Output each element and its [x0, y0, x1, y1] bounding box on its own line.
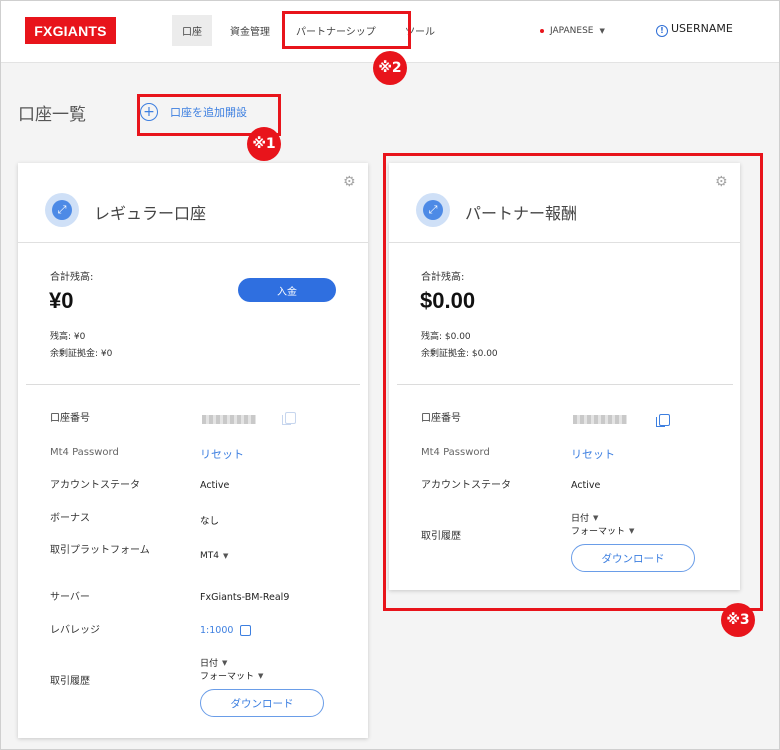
leverage-value: 1:1000: [200, 625, 234, 636]
annotation-badge-3: ※3: [721, 603, 755, 637]
history-label: 取引履歴: [50, 676, 90, 687]
regular-account-card: ⚙ ⤢ レギュラー口座 合計残高: ¥0 残高: ¥0 余剰証拠金: ¥0 入金…: [18, 163, 368, 738]
chevron-down-icon: ▼: [599, 27, 605, 35]
password-label: Mt4 Password: [50, 447, 119, 458]
edit-icon[interactable]: [240, 625, 251, 636]
language-selector[interactable]: JAPANESE ▼: [540, 21, 605, 41]
annotation-box-3: [383, 153, 763, 611]
leverage-label: レバレッジ: [50, 625, 100, 636]
bonus-label: ボーナス: [50, 513, 90, 524]
download-button[interactable]: ダウンロード: [200, 689, 324, 717]
language-label: JAPANESE: [550, 26, 594, 36]
annotation-badge-1: ※1: [247, 127, 281, 161]
masked-account-number: [202, 415, 256, 424]
fxgiants-logo[interactable]: FXGIANTS: [25, 17, 116, 44]
username-label: USERNAME: [671, 21, 733, 35]
margin-line: 余剰証拠金: ¥0: [50, 349, 113, 359]
nav-funds[interactable]: 資金管理: [230, 15, 270, 46]
platform-label: 取引プラットフォーム: [50, 545, 150, 556]
platform-select[interactable]: MT4 ▼: [200, 551, 228, 561]
balance-label: 合計残高:: [50, 272, 94, 283]
user-menu[interactable]: ! USERNAME: [656, 18, 733, 38]
account-avatar: ⤢: [45, 193, 79, 227]
chevron-down-icon: ▼: [223, 552, 229, 560]
language-flag-icon: [540, 29, 544, 33]
date-select[interactable]: 日付 ▼: [200, 656, 228, 670]
reset-password-link[interactable]: リセット: [200, 446, 244, 462]
status-value: Active: [200, 480, 230, 491]
status-label: アカウントステータ: [50, 480, 140, 491]
page-title: 口座一覧: [18, 105, 86, 125]
server-value: FxGiants-BM-Real9: [200, 592, 290, 603]
copy-icon[interactable]: [282, 412, 296, 425]
date-option: 日付: [200, 659, 219, 669]
platform-value: MT4: [200, 551, 219, 561]
server-label: サーバー: [50, 592, 90, 603]
card-title: レギュラー口座: [94, 204, 207, 223]
info-icon: !: [656, 24, 668, 37]
annotation-badge-2: ※2: [373, 51, 407, 85]
account-number-label: 口座番号: [50, 413, 90, 424]
expand-icon: ⤢: [52, 200, 72, 220]
bonus-value: なし: [200, 516, 220, 527]
format-select[interactable]: フォーマット ▼: [200, 669, 264, 683]
deposit-button[interactable]: 入金: [238, 278, 336, 302]
annotation-box-2: [282, 11, 411, 49]
chevron-down-icon: ▼: [222, 658, 228, 667]
balance-amount: ¥0: [49, 288, 74, 313]
nav-account[interactable]: 口座: [172, 15, 212, 46]
divider: [26, 384, 360, 385]
balance-line: 残高: ¥0: [50, 332, 86, 342]
format-option: フォーマット: [200, 672, 255, 682]
chevron-down-icon: ▼: [258, 671, 264, 680]
gear-icon[interactable]: ⚙: [343, 175, 357, 189]
